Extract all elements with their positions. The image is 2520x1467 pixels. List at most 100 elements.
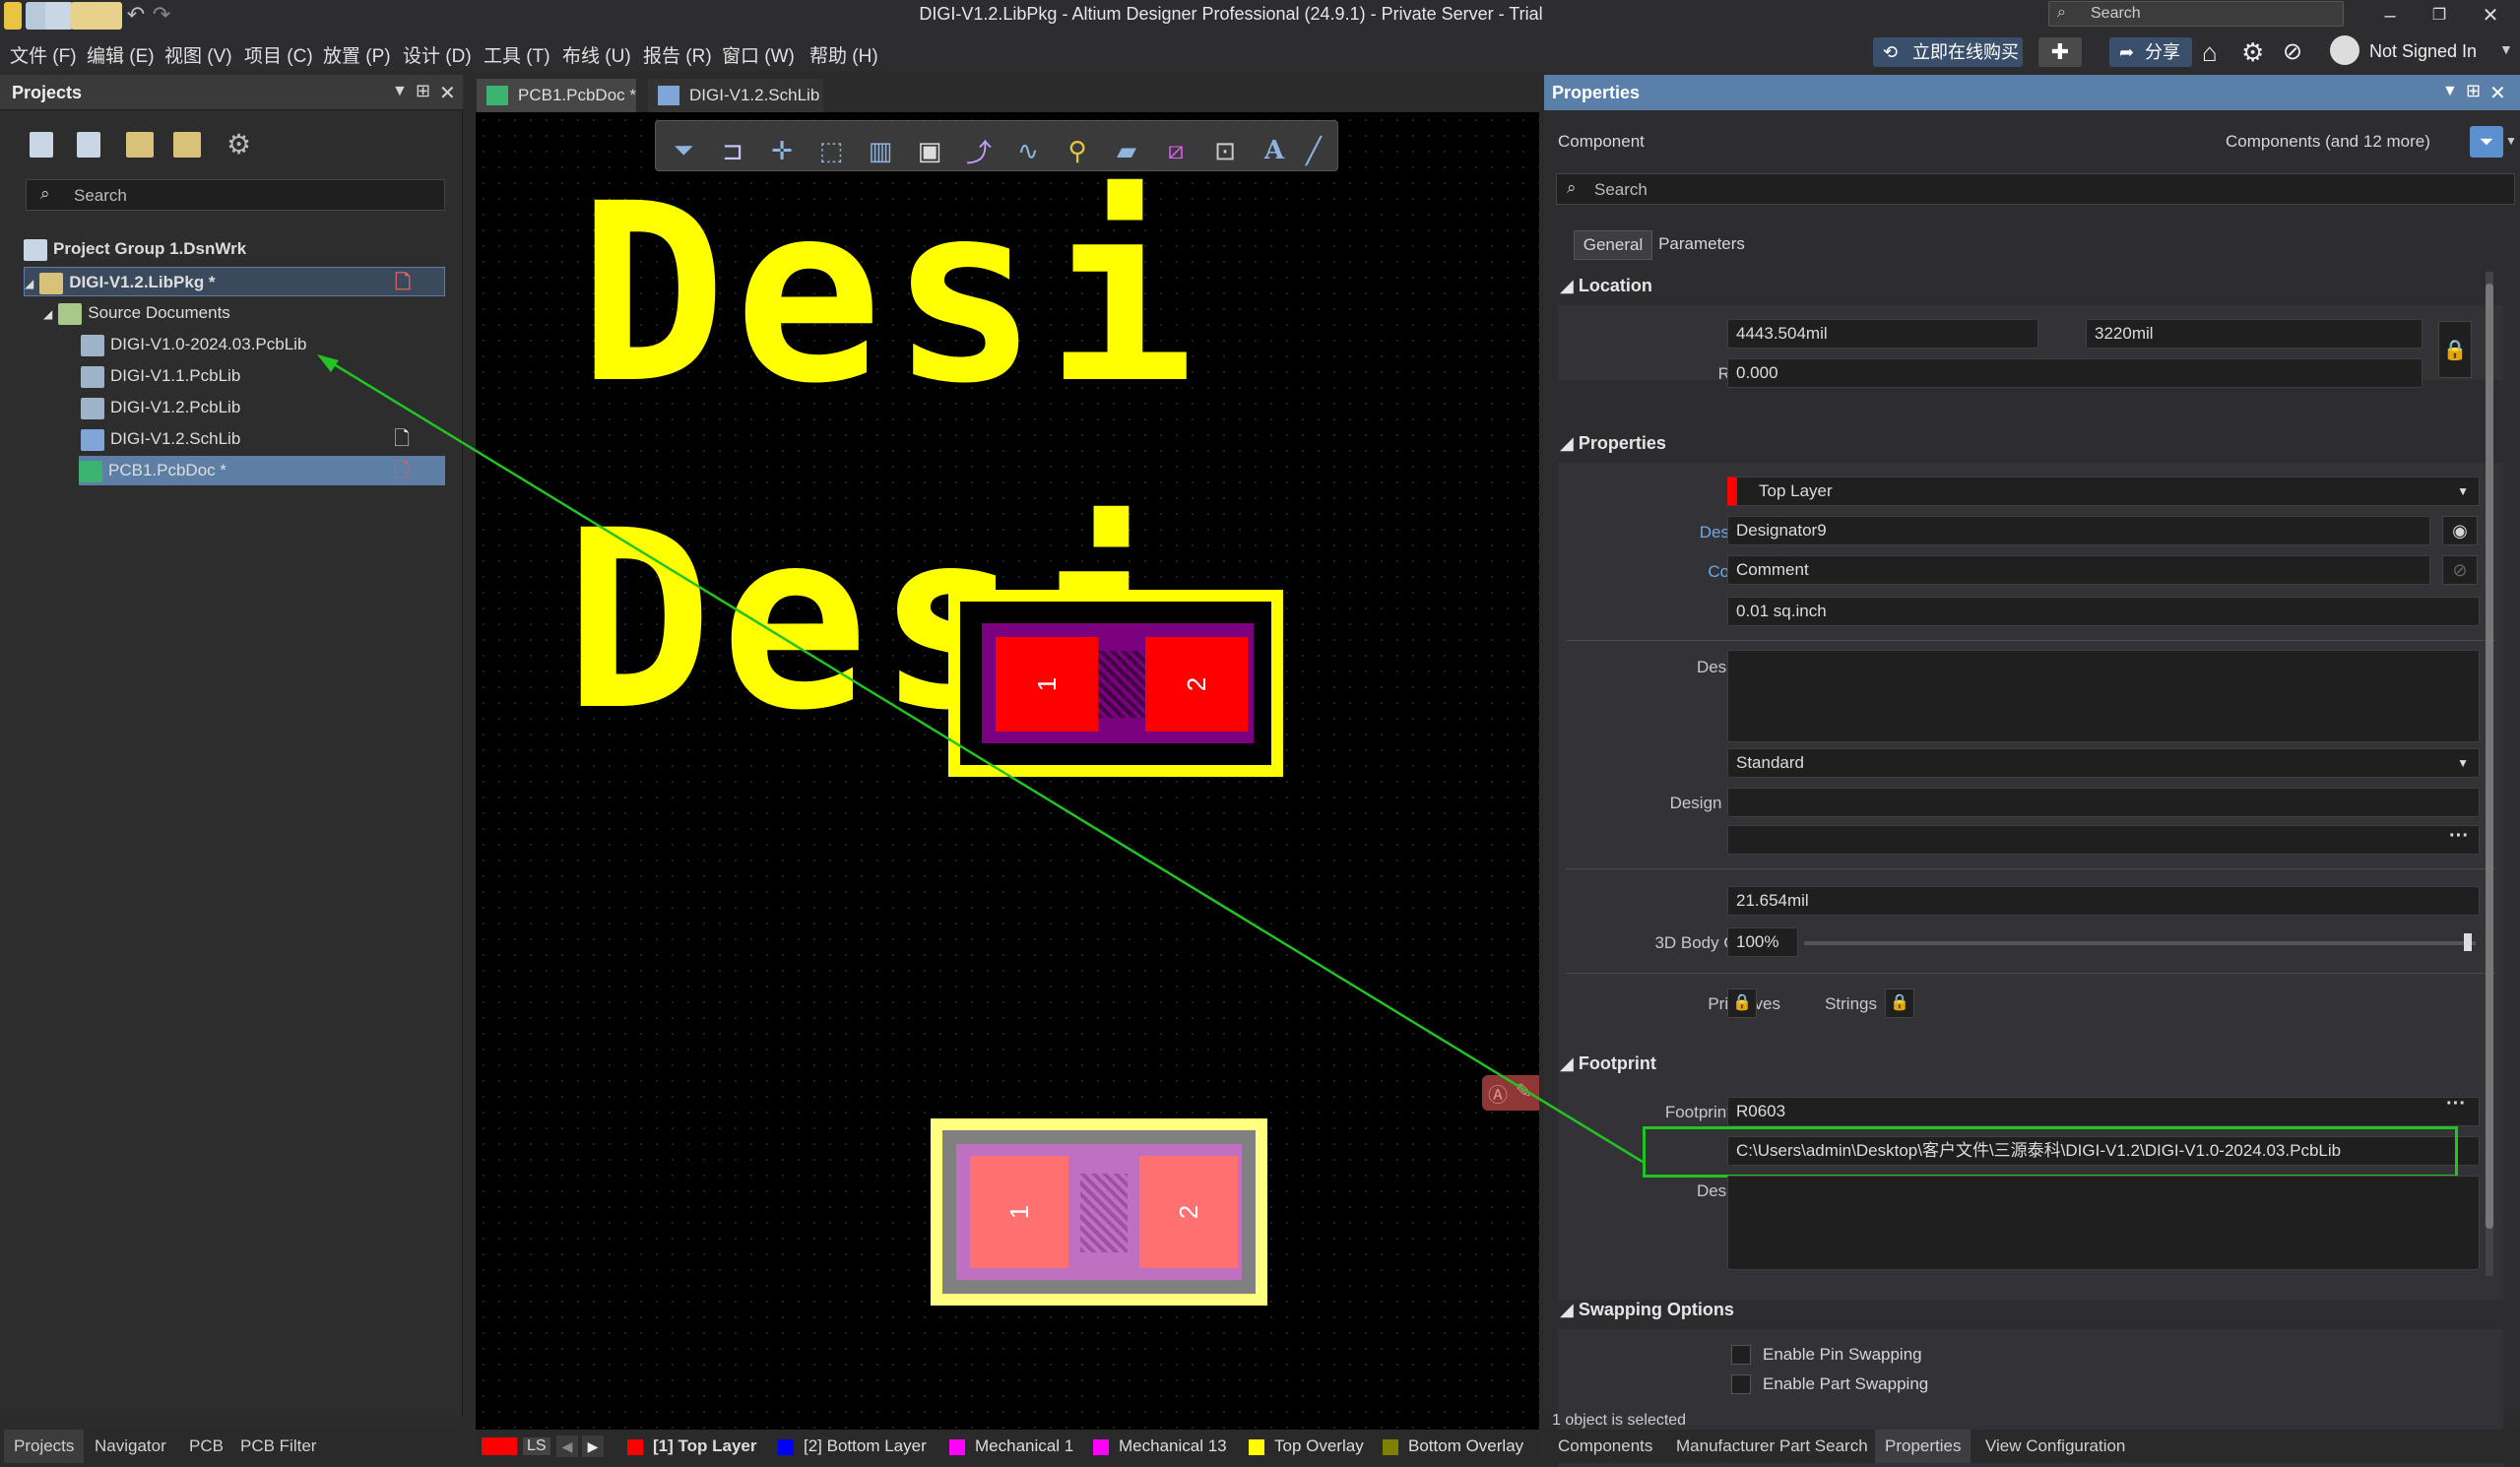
footprint-section-header[interactable]: ◢ Footprint (1560, 1053, 1656, 1074)
layer-tab-top-overlay[interactable]: Top Overlay (1249, 1430, 1364, 1463)
dimension-icon[interactable]: ⊡ (1205, 131, 1245, 170)
tab-components[interactable]: Components (1548, 1430, 1662, 1463)
library-package-row[interactable]: ◢ DIGI-V1.2.LibPkg * 🗋 (24, 267, 445, 296)
layer-tab-bottom-overlay[interactable]: Bottom Overlay (1383, 1430, 1523, 1463)
file-row-pcblib-3[interactable]: DIGI-V1.2.PcbLib (81, 393, 240, 422)
project-settings-gear-icon[interactable]: ⚙ (226, 128, 251, 160)
save-all-icon[interactable] (45, 2, 73, 30)
user-dropdown-icon[interactable]: ▼ (2499, 41, 2513, 57)
tab-properties[interactable]: Properties (1875, 1430, 1971, 1463)
global-search-input[interactable]: ⌕ Search (2048, 1, 2344, 27)
layer-next-button[interactable]: ▶ (582, 1435, 604, 1457)
settings-gear-icon[interactable]: ⚙ (2241, 37, 2264, 68)
place-line-icon[interactable]: ╱ (1294, 131, 1333, 170)
menu-edit[interactable]: 编辑 (E) (87, 41, 155, 68)
share-button[interactable]: ➦ 分享 (2109, 37, 2192, 67)
designator-text-top[interactable]: Desi (578, 171, 1202, 417)
filter-button[interactable]: ⏷ (2470, 126, 2503, 158)
collapse-icon[interactable]: ◢ (25, 277, 33, 290)
place-text-icon[interactable]: A (1255, 131, 1294, 170)
menu-window[interactable]: 窗口 (W) (722, 41, 795, 68)
close-window-button[interactable]: ✕ (2466, 2, 2515, 30)
tab-manufacturer-part-search[interactable]: Manufacturer Part Search (1666, 1430, 1878, 1463)
doc-tab-schlib[interactable]: DIGI-V1.2.SchLib (648, 79, 823, 112)
layer-tab-mech1[interactable]: Mechanical 1 (949, 1430, 1073, 1463)
menu-help[interactable]: 帮助 (H) (809, 41, 878, 68)
close-panel-icon[interactable]: ✕ (439, 81, 456, 105)
menu-file[interactable]: 文件 (F) (10, 41, 77, 68)
user-status[interactable]: Not Signed In (2369, 41, 2477, 62)
tab-pcb-filter[interactable]: PCB Filter (230, 1430, 326, 1463)
type-dropdown[interactable]: Standard ▼ (1727, 748, 2480, 778)
layer-dropdown[interactable]: Top Layer ▼ (1727, 477, 2480, 506)
properties-scrollbar-thumb[interactable] (2486, 284, 2493, 1229)
tab-projects[interactable]: Projects (4, 1430, 85, 1463)
tab-view-configuration[interactable]: View Configuration (1975, 1430, 2135, 1463)
file-row-pcblib-1[interactable]: DIGI-V1.0-2024.03.PcbLib (81, 330, 306, 359)
strings-lock-icon[interactable]: 🔒 (1885, 989, 1914, 1018)
pad-1[interactable]: 1 (970, 1156, 1068, 1268)
file-row-pcblib-2[interactable]: DIGI-V1.1.PcbLib (81, 361, 240, 391)
comment-hidden-eye-icon[interactable]: ⊘ (2442, 555, 2478, 585)
new-message-button[interactable]: ✚ (2038, 37, 2082, 67)
layer-tab-bottom[interactable]: [2] Bottom Layer (778, 1430, 927, 1463)
location-section-header[interactable]: ◢ Location (1560, 276, 1652, 296)
pin-swapping-checkbox[interactable] (1731, 1345, 1751, 1365)
description-textarea[interactable] (1727, 650, 2480, 742)
x-input[interactable]: 4443.504mil (1727, 319, 2038, 349)
ai-assistant-badge[interactable]: Ⓐ ✎ (1482, 1075, 1539, 1111)
redo-icon[interactable]: ↷ (148, 2, 175, 30)
compile-project-icon[interactable] (77, 132, 100, 158)
primitives-lock-icon[interactable]: 🔒 (1727, 989, 1757, 1018)
menu-reports[interactable]: 报告 (R) (643, 41, 712, 68)
projects-search-input[interactable]: ⌕ Search (26, 179, 445, 211)
more-options-icon[interactable]: ··· (2446, 1093, 2466, 1116)
more-options-icon[interactable]: ··· (2449, 826, 2469, 850)
body-opacity-slider-thumb[interactable] (2464, 933, 2472, 951)
minimize-button[interactable]: – (2365, 2, 2415, 30)
lock-location-icon[interactable]: 🔒 (2438, 321, 2472, 378)
comment-input[interactable]: Comment (1727, 555, 2430, 585)
restore-button[interactable]: ❐ (2415, 2, 2464, 30)
layer-prev-button[interactable]: ◀ (556, 1435, 578, 1457)
menu-place[interactable]: 放置 (P) (323, 41, 391, 68)
open-project-icon[interactable] (95, 2, 122, 30)
tab-navigator[interactable]: Navigator (85, 1430, 176, 1463)
design-item-id-input[interactable] (1727, 788, 2480, 817)
body-opacity-input[interactable]: 100% (1727, 927, 1798, 957)
menu-design[interactable]: 设计 (D) (403, 41, 472, 68)
collapse-icon[interactable]: ◢ (43, 307, 52, 321)
layer-tab-top[interactable]: [1] Top Layer (627, 1430, 756, 1463)
designator-visible-eye-icon[interactable]: ◉ (2442, 516, 2478, 545)
filter-dropdown-icon[interactable]: ▼ (2505, 134, 2517, 148)
panel-menu-icon[interactable]: ▼ (2442, 83, 2458, 100)
menu-tools[interactable]: 工具 (T) (484, 41, 550, 68)
height-input[interactable]: 21.654mil (1727, 886, 2480, 916)
body-opacity-slider[interactable] (1804, 941, 2476, 945)
tab-parameters[interactable]: Parameters (1652, 230, 1751, 260)
swapping-section-header[interactable]: ◢ Swapping Options (1560, 1300, 1734, 1320)
rotation-input[interactable]: 0.000 (1727, 358, 2423, 388)
home-icon[interactable]: ⌂ (2202, 37, 2218, 68)
pin-icon[interactable]: ⊞ (2466, 81, 2481, 101)
pad-1[interactable]: 1 (996, 637, 1098, 732)
menu-project[interactable]: 项目 (C) (244, 41, 313, 68)
tab-pcb[interactable]: PCB (179, 1430, 233, 1463)
pad-2[interactable]: 2 (1145, 637, 1248, 732)
footprint-name-input[interactable]: R0603 (1727, 1097, 2480, 1126)
component-footprint-2-selected[interactable]: 1 2 (931, 1118, 1267, 1306)
project-group-row[interactable]: Project Group 1.DsnWrk (24, 234, 246, 264)
project-history-icon[interactable] (173, 132, 201, 158)
designator-input[interactable]: Designator9 (1727, 516, 2430, 545)
properties-search-input[interactable]: ⌕ Search (1556, 173, 2515, 205)
file-row-pcbdoc-selected[interactable]: PCB1.PcbDoc * 🗋 (79, 456, 445, 485)
panel-menu-icon[interactable]: ▼ (392, 83, 408, 100)
notifications-off-icon[interactable]: ⊘ (2283, 37, 2302, 66)
pcb-canvas[interactable]: ⏷ ⊐ ✛ ⬚ ▥ ▣ ⤴ ∿ ⚲ ▰ ⧄ ⊡ A ╱ Desi Desi 1 … (476, 112, 1539, 1430)
component-footprint-1[interactable]: 1 2 (948, 590, 1283, 777)
tab-general[interactable]: General (1574, 230, 1652, 260)
layer-set-button[interactable]: LS (523, 1437, 550, 1455)
save-project-icon[interactable] (30, 132, 53, 158)
pin-icon[interactable]: ⊞ (416, 81, 430, 101)
footprint-description-textarea[interactable] (1727, 1176, 2480, 1270)
